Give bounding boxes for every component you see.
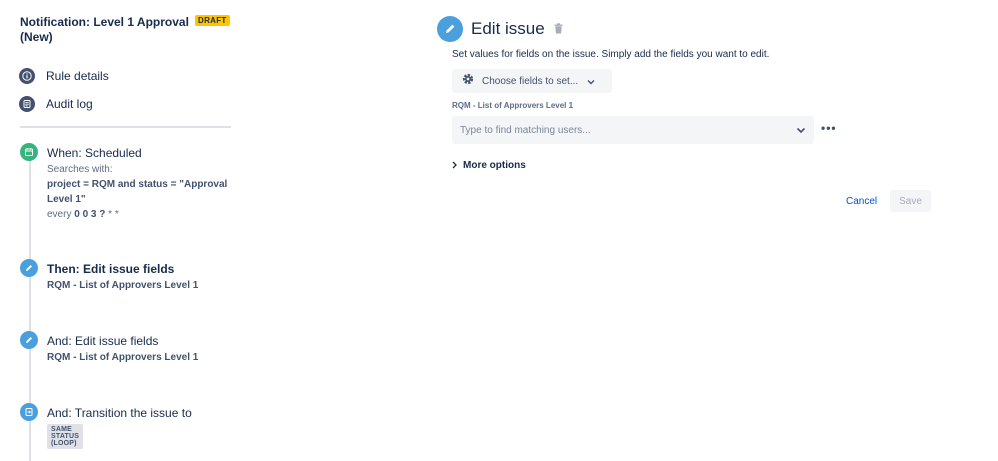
pencil-icon [437,16,463,42]
user-picker-placeholder: Type to find matching users... [460,124,591,136]
trigger-cron-suffix: * * [105,209,119,220]
trash-icon[interactable] [554,21,563,39]
edit-issue-description: Set values for fields on the issue. Simp… [452,49,770,60]
info-icon [19,68,35,84]
status-lozenge: SAME STATUS (LOOP) [47,424,84,449]
approvers-user-picker[interactable]: Type to find matching users... [452,116,814,144]
more-actions-icon[interactable]: ••• [821,121,837,135]
trigger-cron: every 0 0 3 ? * * [47,209,119,220]
trigger-searches-label: Searches with: [47,164,113,175]
chevron-down-icon [587,72,595,90]
transition-icon [20,403,38,421]
approvers-field-label: RQM - List of Approvers Level 1 [452,101,574,110]
nav-rule-details[interactable]: Rule details [19,68,109,84]
nav-audit-log[interactable]: Audit log [19,96,93,112]
cancel-button[interactable]: Cancel [840,190,883,212]
action-step-title: And: Transition the issue to [47,406,192,420]
sidebar-divider [20,126,231,128]
more-options-toggle[interactable]: More options [452,156,526,174]
rule-title: Notification: Level 1 Approval (New) [20,15,189,44]
gear-icon [461,72,475,91]
nav-audit-log-label: Audit log [46,97,93,111]
edit-issue-title: Edit issue [471,19,545,38]
choose-fields-button[interactable]: Choose fields to set... [452,69,612,93]
action-step-field: RQM - List of Approvers Level 1 [47,352,199,363]
pencil-icon [20,259,38,277]
pencil-icon [20,331,38,349]
trigger-jql-line2: Level 1" [47,194,86,205]
action-step-field: RQM - List of Approvers Level 1 [47,280,199,291]
trigger-cron-bold: 0 0 3 ? [74,209,106,220]
document-icon [19,96,35,112]
calendar-icon [20,143,38,161]
choose-fields-label: Choose fields to set... [482,75,579,87]
trigger-step-title: When: Scheduled [47,146,142,160]
draft-badge: DRAFT [195,15,230,26]
save-button[interactable]: Save [890,190,931,212]
chevron-down-icon [796,121,806,139]
chevron-right-icon [452,156,457,174]
action-step-title: Then: Edit issue fields [47,262,175,276]
nav-rule-details-label: Rule details [46,69,109,83]
trigger-jql-line1: project = RQM and status = "Approval [47,179,228,190]
action-step-title: And: Edit issue fields [47,334,159,348]
trigger-cron-prefix: every [47,209,75,220]
rule-sidebar: Notification: Level 1 Approval (New) DRA… [0,0,245,461]
edit-issue-header: Edit issue [437,16,563,42]
more-options-label: More options [463,159,526,171]
